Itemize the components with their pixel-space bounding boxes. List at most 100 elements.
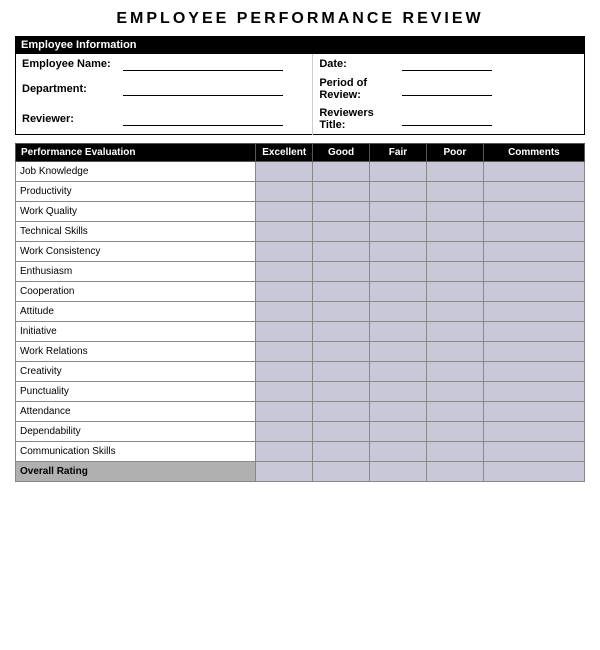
excellent-cell[interactable] <box>256 402 313 422</box>
fair-cell[interactable] <box>370 382 427 402</box>
comments-cell[interactable] <box>483 222 584 242</box>
fair-cell[interactable] <box>370 322 427 342</box>
table-row: Productivity <box>16 182 585 202</box>
good-cell[interactable] <box>313 322 370 342</box>
period-field[interactable] <box>402 82 492 96</box>
comments-cell[interactable] <box>483 182 584 202</box>
good-cell[interactable] <box>313 342 370 362</box>
good-cell[interactable] <box>313 382 370 402</box>
good-cell[interactable] <box>313 362 370 382</box>
poor-cell[interactable] <box>426 402 483 422</box>
excellent-cell[interactable] <box>256 242 313 262</box>
fair-cell[interactable] <box>370 162 427 182</box>
excellent-cell[interactable] <box>256 202 313 222</box>
poor-cell[interactable] <box>426 422 483 442</box>
fair-cell[interactable] <box>370 362 427 382</box>
fair-cell[interactable] <box>370 422 427 442</box>
reviewer-field[interactable] <box>123 112 283 126</box>
comments-cell[interactable] <box>483 382 584 402</box>
good-cell[interactable] <box>313 242 370 262</box>
reviewers-title-field[interactable] <box>402 112 492 126</box>
excellent-cell[interactable] <box>256 362 313 382</box>
excellent-cell[interactable] <box>256 422 313 442</box>
good-cell[interactable] <box>313 222 370 242</box>
overall-fair-cell[interactable] <box>370 462 427 482</box>
good-cell[interactable] <box>313 162 370 182</box>
department-field[interactable] <box>123 82 283 96</box>
poor-cell[interactable] <box>426 442 483 462</box>
row-label: Job Knowledge <box>16 162 256 182</box>
table-row: Dependability <box>16 422 585 442</box>
eval-table: Performance Evaluation Excellent Good Fa… <box>15 143 585 482</box>
comments-cell[interactable] <box>483 402 584 422</box>
poor-cell[interactable] <box>426 362 483 382</box>
good-header: Good <box>313 144 370 162</box>
comments-cell[interactable] <box>483 322 584 342</box>
comments-cell[interactable] <box>483 282 584 302</box>
fair-cell[interactable] <box>370 302 427 322</box>
poor-cell[interactable] <box>426 262 483 282</box>
overall-poor-cell[interactable] <box>426 462 483 482</box>
good-cell[interactable] <box>313 302 370 322</box>
poor-cell[interactable] <box>426 242 483 262</box>
good-cell[interactable] <box>313 202 370 222</box>
fair-cell[interactable] <box>370 342 427 362</box>
fair-cell[interactable] <box>370 242 427 262</box>
good-cell[interactable] <box>313 262 370 282</box>
employee-name-label: Employee Name: <box>22 58 111 70</box>
row-label: Initiative <box>16 322 256 342</box>
excellent-cell[interactable] <box>256 382 313 402</box>
poor-cell[interactable] <box>426 222 483 242</box>
poor-cell[interactable] <box>426 162 483 182</box>
fair-cell[interactable] <box>370 282 427 302</box>
row-label: Punctuality <box>16 382 256 402</box>
table-row: Creativity <box>16 362 585 382</box>
comments-cell[interactable] <box>483 302 584 322</box>
comments-cell[interactable] <box>483 442 584 462</box>
excellent-cell[interactable] <box>256 302 313 322</box>
excellent-cell[interactable] <box>256 322 313 342</box>
excellent-cell[interactable] <box>256 222 313 242</box>
excellent-cell[interactable] <box>256 442 313 462</box>
poor-cell[interactable] <box>426 182 483 202</box>
fair-cell[interactable] <box>370 262 427 282</box>
comments-cell[interactable] <box>483 342 584 362</box>
fair-cell[interactable] <box>370 182 427 202</box>
poor-cell[interactable] <box>426 202 483 222</box>
row-label: Dependability <box>16 422 256 442</box>
excellent-cell[interactable] <box>256 182 313 202</box>
comments-cell[interactable] <box>483 362 584 382</box>
overall-excellent-cell[interactable] <box>256 462 313 482</box>
date-label: Date: <box>319 58 347 70</box>
comments-cell[interactable] <box>483 262 584 282</box>
excellent-cell[interactable] <box>256 162 313 182</box>
fair-cell[interactable] <box>370 402 427 422</box>
date-field[interactable] <box>402 57 492 71</box>
good-cell[interactable] <box>313 282 370 302</box>
overall-comments-cell[interactable] <box>483 462 584 482</box>
good-cell[interactable] <box>313 422 370 442</box>
excellent-cell[interactable] <box>256 342 313 362</box>
row-label: Cooperation <box>16 282 256 302</box>
excellent-cell[interactable] <box>256 262 313 282</box>
poor-cell[interactable] <box>426 302 483 322</box>
fair-cell[interactable] <box>370 442 427 462</box>
good-cell[interactable] <box>313 442 370 462</box>
poor-cell[interactable] <box>426 382 483 402</box>
comments-cell[interactable] <box>483 162 584 182</box>
excellent-cell[interactable] <box>256 282 313 302</box>
fair-cell[interactable] <box>370 202 427 222</box>
fair-cell[interactable] <box>370 222 427 242</box>
poor-cell[interactable] <box>426 282 483 302</box>
comments-cell[interactable] <box>483 202 584 222</box>
employee-name-field[interactable] <box>123 57 283 71</box>
good-cell[interactable] <box>313 402 370 422</box>
good-cell[interactable] <box>313 182 370 202</box>
overall-good-cell[interactable] <box>313 462 370 482</box>
poor-cell[interactable] <box>426 322 483 342</box>
table-row: Work Quality <box>16 202 585 222</box>
poor-cell[interactable] <box>426 342 483 362</box>
table-row: Communication Skills <box>16 442 585 462</box>
comments-cell[interactable] <box>483 242 584 262</box>
comments-cell[interactable] <box>483 422 584 442</box>
